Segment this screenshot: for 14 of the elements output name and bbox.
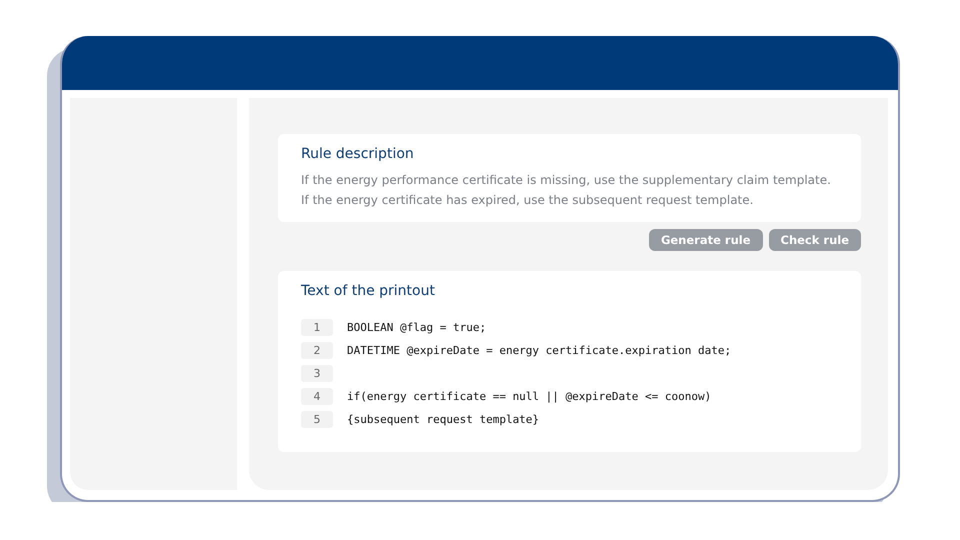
- rule-button[interactable]: Check rule: [768, 229, 861, 251]
- code-line: BOOLEAN @flag = true;: [347, 321, 486, 334]
- line-number: 1: [301, 319, 333, 336]
- card-title: Text of the printout: [301, 283, 436, 299]
- code-line: if(energy certificate == null || @expireDate <= coonow): [347, 390, 712, 403]
- code-line: DATETIME @expireDate = energy certificate.expiration date;: [347, 344, 732, 357]
- card-title: Rule description: [301, 146, 415, 162]
- line-number: 2: [301, 342, 333, 359]
- line-number: 3: [301, 365, 333, 382]
- line-number: 5: [301, 411, 333, 428]
- rule-button[interactable]: Generate rule: [648, 229, 762, 251]
- line-number: 4: [301, 388, 333, 405]
- code-line: {subsequent request template}: [347, 413, 540, 426]
- description-text: If the energy performance certificate is missing, use the supplementary claim template. If the energy certificate has expired, use the subsequent request template.: [301, 172, 832, 209]
